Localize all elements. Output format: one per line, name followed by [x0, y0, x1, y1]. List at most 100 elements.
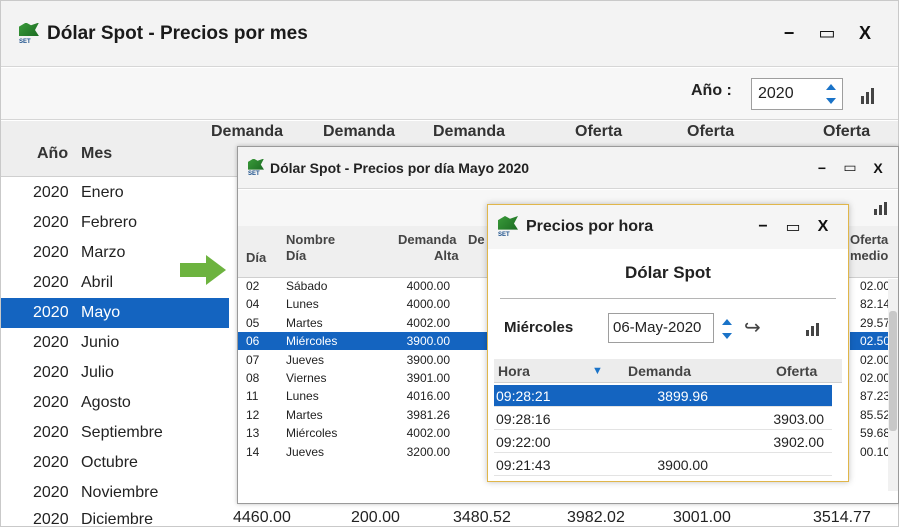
day-titlebar[interactable]: SET Dólar Spot - Precios por día Mayo 20…	[238, 147, 898, 189]
maximize-button[interactable]: ▭	[778, 217, 808, 237]
chart-icon[interactable]	[861, 88, 874, 104]
table-row[interactable]: 13 Miércoles 4002.00	[238, 424, 488, 442]
table-row[interactable]: 2020 Diciembre	[1, 505, 229, 526]
month-cell: Agosto	[81, 394, 131, 411]
alta-cell: 4002.00	[406, 315, 450, 330]
table-row[interactable]: 2020 Mayo	[1, 298, 229, 328]
col-hora[interactable]: Hora	[498, 363, 530, 379]
table-row[interactable]: 07 Jueves 3900.00	[238, 351, 488, 369]
col-oferta-2: Oferta	[687, 123, 735, 140]
alta-cell: 3200.00	[406, 444, 450, 459]
cell-value: 200.00	[351, 509, 400, 526]
alta-cell: 3901.00	[406, 371, 450, 385]
scroll-thumb[interactable]	[889, 311, 897, 431]
table-row[interactable]: 2020 Febrero	[1, 208, 229, 238]
divider	[500, 298, 836, 299]
main-titlebar[interactable]: SET Dólar Spot - Precios por mes − ▭ X	[1, 1, 898, 67]
window-title: Dólar Spot - Precios por mes	[47, 22, 308, 44]
minimize-button[interactable]: −	[748, 218, 778, 236]
table-row[interactable]: 14 Jueves 3200.00	[238, 443, 488, 461]
month-cell: Noviembre	[81, 484, 159, 501]
dia-cell: 04	[246, 297, 260, 312]
spinner-arrows-icon[interactable]	[826, 84, 836, 104]
alta-cell: 4002.00	[406, 426, 450, 441]
table-row[interactable]: 2020 Julio	[1, 358, 229, 388]
nombre-cell: Miércoles	[286, 334, 338, 349]
vertical-scrollbar[interactable]	[888, 279, 898, 491]
set-logo-icon: SET	[248, 158, 264, 177]
cell-value: 3480.52	[453, 509, 511, 526]
col-demanda-1: Demanda	[211, 123, 284, 140]
year-label: Año :	[691, 82, 732, 99]
hora-cell: 09:28:21	[496, 388, 551, 404]
col-demanda: Demanda	[628, 363, 692, 379]
table-row[interactable]: 09:22:00 3902.00	[494, 431, 832, 453]
table-row[interactable]: 05 Martes 4002.00	[238, 314, 488, 332]
month-cell: Enero	[81, 184, 124, 201]
table-row[interactable]: 2020 Enero	[1, 178, 229, 208]
sort-down-icon[interactable]: ▼	[592, 365, 603, 377]
year-cell: 2020	[33, 394, 69, 411]
hourly-prices-window: SET Precios por hora − ▭ X Dólar Spot Mi…	[487, 204, 849, 482]
table-row[interactable]: 02 Sábado 4000.00	[238, 277, 488, 295]
table-row[interactable]: 2020 Octubre	[1, 448, 229, 478]
chart-icon[interactable]	[806, 323, 819, 336]
close-button[interactable]: X	[808, 218, 838, 236]
table-row[interactable]: 2020 Junio	[1, 328, 229, 358]
close-button[interactable]: X	[846, 22, 884, 46]
col-demanda-2: Demanda	[323, 123, 396, 140]
oferta-cell: 3902.00	[773, 434, 824, 450]
dia-cell: 08	[246, 371, 260, 385]
year-spinner[interactable]: 2020	[751, 78, 843, 110]
table-row[interactable]: 06 Miércoles 3900.00	[238, 332, 488, 351]
table-row[interactable]: 04 Lunes 4000.00	[238, 295, 488, 313]
year-cell: 2020	[33, 274, 69, 291]
maximize-button[interactable]: ▭	[836, 159, 864, 176]
hora-cell: 09:28:16	[496, 411, 551, 427]
col-oferta-1: Oferta	[575, 123, 623, 140]
table-row[interactable]: 2020 Septiembre	[1, 418, 229, 448]
set-logo-icon: SET	[19, 22, 39, 45]
col-demanda-3: Demanda	[433, 123, 506, 140]
spinner-arrows-icon[interactable]	[722, 319, 732, 339]
minimize-button[interactable]: −	[770, 22, 808, 46]
dia-cell: 07	[246, 352, 260, 367]
cell-value: 3514.77	[813, 509, 871, 526]
year-cell: 2020	[33, 364, 69, 381]
share-arrow-icon[interactable]: ↪	[744, 315, 761, 340]
table-row[interactable]: 12 Martes 3981.26	[238, 406, 488, 424]
chart-icon[interactable]	[874, 202, 887, 215]
close-button[interactable]: X	[864, 160, 892, 176]
table-row[interactable]: 09:21:43 3900.00	[494, 454, 832, 476]
demanda-cell: 3900.00	[657, 457, 708, 473]
date-value: 06-May-2020	[613, 319, 702, 336]
oferta-medio-cell: 02.00	[859, 371, 890, 385]
table-row[interactable]: 2020 Agosto	[1, 388, 229, 418]
alta-cell: 4000.00	[406, 297, 450, 312]
table-row[interactable]: 08 Viernes 3901.00	[238, 369, 488, 387]
alta-cell: 3981.26	[406, 407, 450, 422]
col-alta: Alta	[434, 248, 459, 263]
month-cell: Mayo	[81, 304, 121, 321]
table-row[interactable]: 2020 Noviembre	[1, 478, 229, 508]
nombre-cell: Jueves	[286, 444, 325, 459]
minimize-button[interactable]: −	[808, 160, 836, 176]
col-demanda-alta: Demanda	[398, 232, 457, 247]
table-row[interactable]: 09:28:21 3899.96	[494, 385, 832, 407]
month-cell: Abril	[81, 274, 114, 291]
nombre-cell: Miércoles	[286, 426, 338, 441]
year-toolbar: Año : 2020	[1, 68, 898, 120]
hour-window-title: Precios por hora	[526, 218, 654, 235]
date-spinner[interactable]: 06-May-2020	[608, 313, 714, 343]
hora-cell: 09:22:00	[496, 434, 551, 450]
cell-value: 3001.00	[673, 509, 731, 526]
hour-subtitle: Dólar Spot	[625, 263, 711, 282]
year-cell: 2020	[33, 484, 69, 501]
maximize-button[interactable]: ▭	[808, 22, 846, 46]
nombre-cell: Lunes	[286, 297, 319, 312]
nombre-cell: Jueves	[286, 352, 325, 367]
month-cell: Octubre	[81, 454, 138, 471]
hour-titlebar[interactable]: SET Precios por hora − ▭ X	[488, 205, 848, 249]
table-row[interactable]: 09:28:16 3903.00	[494, 408, 832, 430]
table-row[interactable]: 11 Lunes 4016.00	[238, 387, 488, 405]
